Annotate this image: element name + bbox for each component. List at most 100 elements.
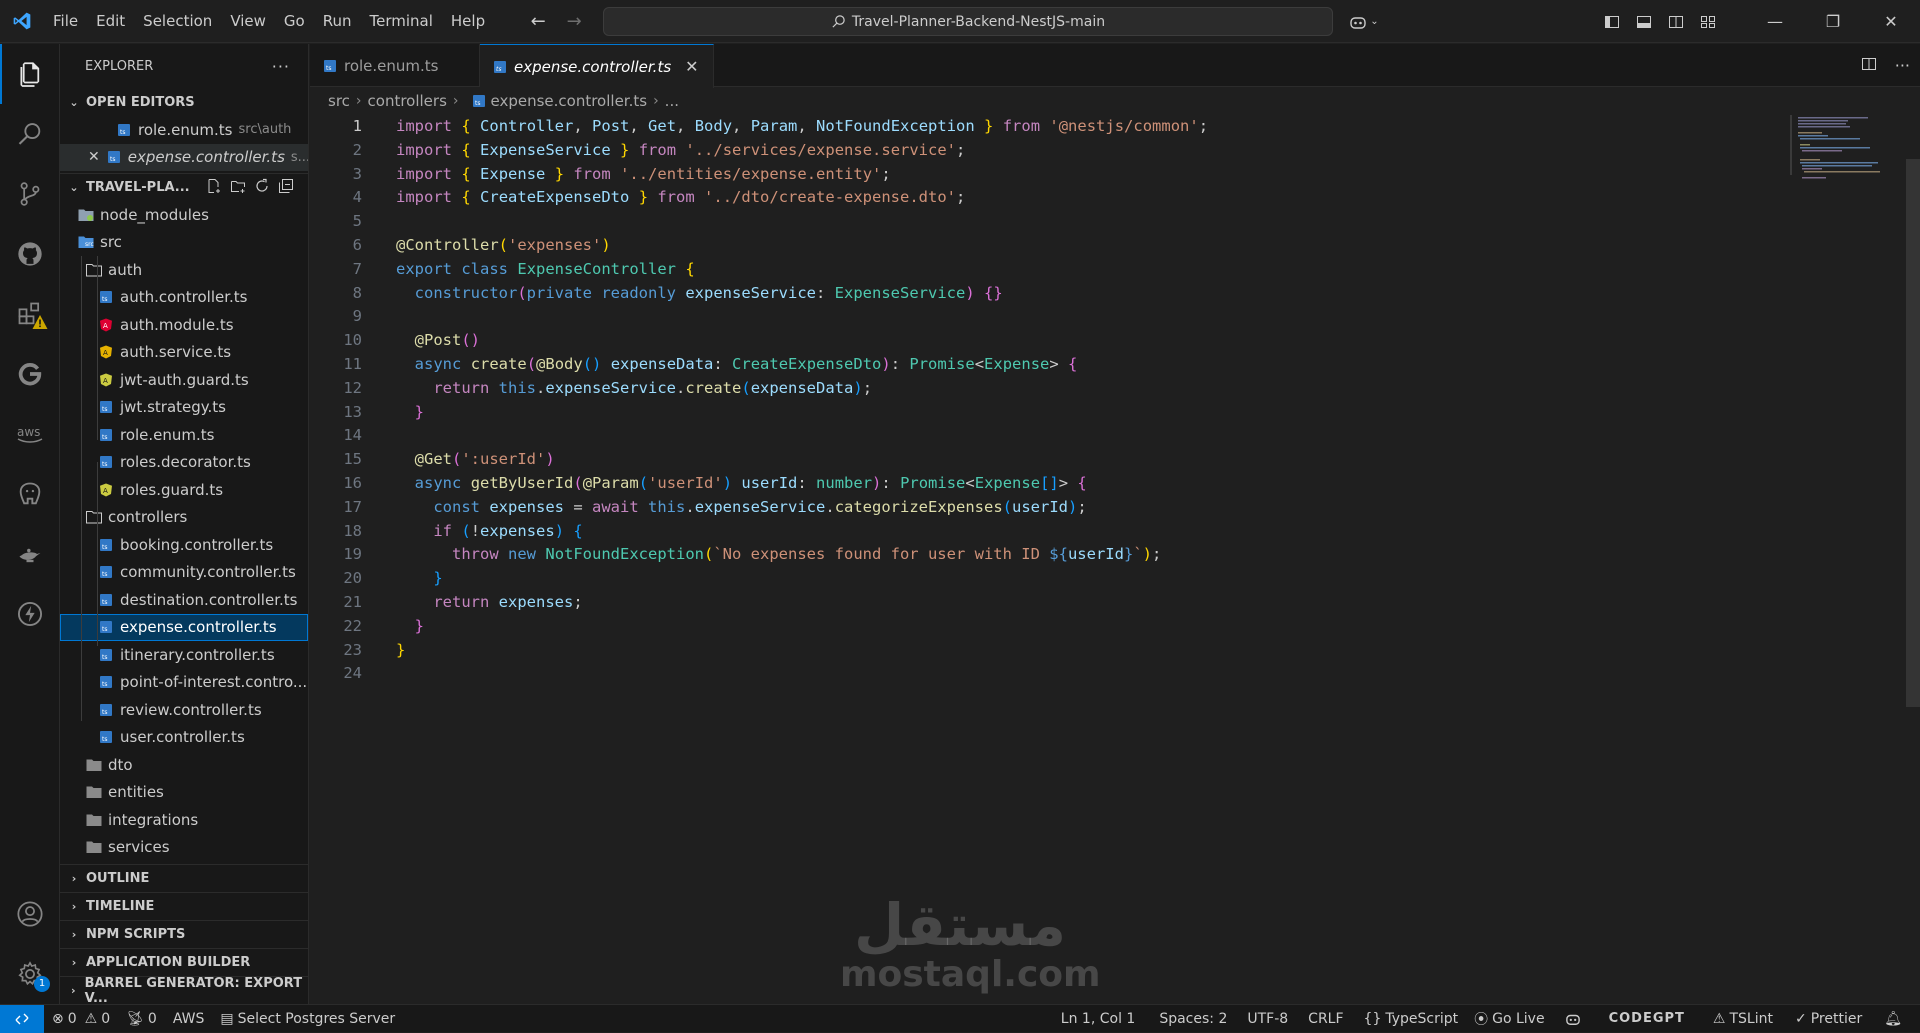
explorer-icon[interactable]: [0, 44, 60, 104]
breadcrumb-file[interactable]: expense.controller.ts: [491, 92, 648, 110]
code-line: 9: [352, 307, 362, 326]
tab-expense-controller[interactable]: ts expense.controller.ts ✕: [480, 44, 714, 88]
postgres-elephant-icon[interactable]: [0, 464, 60, 524]
search-view-icon[interactable]: [0, 104, 60, 164]
folder-src[interactable]: src src: [60, 229, 308, 257]
file-point-of-interest-controller[interactable]: ts point-of-interest.contro...: [60, 669, 308, 697]
menu-terminal[interactable]: Terminal: [361, 0, 442, 43]
svg-text:ts: ts: [110, 156, 115, 163]
problems-indicator[interactable]: ⊗ 0 ⚠ 0: [44, 1011, 118, 1027]
close-tab-icon[interactable]: ✕: [685, 57, 698, 76]
back-arrow-icon[interactable]: ←: [526, 11, 550, 32]
close-window-icon[interactable]: ✕: [1862, 0, 1920, 43]
project-section[interactable]: ⌄ TRAVEL-PLA...: [60, 173, 308, 201]
refresh-icon[interactable]: [254, 178, 270, 198]
chevron-right-icon: ›: [71, 928, 77, 941]
open-editors-section[interactable]: ⌄ OPEN EDITORS: [60, 88, 308, 116]
tab-role-enum[interactable]: ts role.enum.ts: [310, 44, 480, 87]
menu-bar: File Edit Selection View Go Run Terminal…: [44, 0, 494, 43]
angular-guard-icon: A: [98, 482, 114, 498]
code-line: 12 return this.expenseService.create(exp…: [343, 378, 873, 397]
split-editor-icon[interactable]: [1861, 56, 1877, 76]
more-actions-icon[interactable]: ···: [272, 57, 290, 76]
folder-integrations[interactable]: integrations: [60, 806, 308, 834]
thunder-client-icon[interactable]: [0, 584, 60, 644]
folder-dto[interactable]: dto: [60, 751, 308, 779]
code-editor[interactable]: 1 import { Controller, Post, Get, Body, P…: [310, 115, 1780, 686]
editor-area: ts role.enum.ts ts expense.controller.ts…: [310, 44, 1920, 1004]
file-name: itinerary.controller.ts: [120, 645, 275, 664]
menu-file[interactable]: File: [44, 0, 87, 43]
npm-scripts-section[interactable]: › NPM SCRIPTS: [60, 920, 308, 948]
barrel-generator-section[interactable]: › BARREL GENERATOR: EXPORT V...: [60, 976, 308, 1006]
toggle-primary-sidebar-icon[interactable]: [1596, 0, 1628, 43]
collapse-all-icon[interactable]: [278, 178, 294, 198]
menu-edit[interactable]: Edit: [87, 0, 134, 43]
copilot-icon[interactable]: ⌄: [1340, 0, 1388, 43]
svg-text:A: A: [103, 377, 108, 385]
vscode-logo-icon: [0, 0, 44, 43]
typescript-file-icon: ts: [98, 564, 114, 580]
maximize-icon[interactable]: ❐: [1804, 0, 1862, 43]
toggle-secondary-sidebar-icon[interactable]: [1660, 0, 1692, 43]
editor-scrollbar[interactable]: [1906, 159, 1920, 707]
editor-more-actions-icon[interactable]: ···: [1895, 56, 1910, 75]
settings-gear-icon[interactable]: 1: [0, 944, 60, 1004]
prettier-status[interactable]: ✓ Prettier: [1787, 1011, 1870, 1027]
copilot-status-icon[interactable]: [1557, 1012, 1589, 1026]
extensions-icon[interactable]: [0, 284, 60, 344]
menu-selection[interactable]: Selection: [134, 0, 221, 43]
aws-icon[interactable]: aws: [0, 404, 60, 464]
encoding[interactable]: UTF-8: [1239, 1011, 1296, 1027]
go-live-button[interactable]: ⦿ Go Live: [1466, 1009, 1552, 1029]
file-review-controller[interactable]: ts review.controller.ts: [60, 696, 308, 724]
source-control-icon[interactable]: [0, 164, 60, 224]
forward-arrow-icon[interactable]: →: [562, 11, 586, 32]
menu-run[interactable]: Run: [314, 0, 361, 43]
toggle-panel-icon[interactable]: [1628, 0, 1660, 43]
new-folder-icon[interactable]: [230, 178, 246, 198]
svg-text:aws: aws: [17, 425, 40, 439]
genie-lamp-icon[interactable]: [0, 524, 60, 584]
open-editor-expense-controller[interactable]: ✕ ts expense.controller.ts s...: [60, 143, 308, 171]
folder-node-modules[interactable]: node_modules: [60, 201, 308, 229]
notifications-bell-icon[interactable]: 🔔︎: [1876, 1011, 1910, 1027]
accounts-icon[interactable]: [0, 884, 60, 944]
gitlens-icon[interactable]: [0, 344, 60, 404]
cursor-position[interactable]: Ln 1, Col 1: [1053, 1011, 1144, 1027]
minimize-icon[interactable]: —: [1746, 0, 1804, 43]
codegpt-status[interactable]: CODEGPT: [1601, 1011, 1693, 1026]
outline-section[interactable]: › OUTLINE: [60, 864, 308, 892]
application-builder-section[interactable]: › APPLICATION BUILDER: [60, 948, 308, 976]
typescript-file-icon: ts: [98, 454, 114, 470]
open-editor-role-enum[interactable]: ts role.enum.ts src\auth: [60, 116, 308, 144]
remote-indicator-icon[interactable]: [0, 1004, 44, 1033]
close-editor-icon[interactable]: ✕: [88, 149, 100, 165]
menu-help[interactable]: Help: [442, 0, 494, 43]
language-mode[interactable]: {} TypeScript: [1356, 1011, 1467, 1027]
breadcrumb-controllers[interactable]: controllers: [368, 92, 447, 110]
folder-services[interactable]: services: [60, 834, 308, 862]
customize-layout-icon[interactable]: [1692, 0, 1724, 43]
section-label: NPM SCRIPTS: [86, 927, 186, 942]
line-ending[interactable]: CRLF: [1300, 1011, 1351, 1027]
github-icon[interactable]: [0, 224, 60, 284]
menu-go[interactable]: Go: [275, 0, 314, 43]
file-name: auth.service.ts: [120, 343, 232, 362]
menu-view[interactable]: View: [221, 0, 275, 43]
folder-entities[interactable]: entities: [60, 779, 308, 807]
postgres-status[interactable]: ▤ Select Postgres Server: [212, 1011, 403, 1027]
indentation[interactable]: Spaces: 2: [1151, 1011, 1235, 1027]
new-file-icon[interactable]: [206, 178, 222, 198]
svg-text:ts: ts: [102, 296, 107, 303]
file-user-controller[interactable]: ts user.controller.ts: [60, 724, 308, 752]
tslint-status[interactable]: ⚠ TSLint: [1705, 1011, 1781, 1027]
minimap[interactable]: [1790, 115, 1900, 195]
typescript-file-icon: ts: [98, 399, 114, 415]
timeline-section[interactable]: › TIMELINE: [60, 892, 308, 920]
breadcrumb-symbol[interactable]: ...: [665, 92, 679, 110]
command-center-search[interactable]: Travel-Planner-Backend-NestJS-main: [603, 7, 1333, 36]
ports-indicator[interactable]: 📡︎ 0: [118, 1011, 165, 1027]
aws-status[interactable]: AWS: [165, 1011, 213, 1027]
breadcrumb-src[interactable]: src: [328, 92, 350, 110]
